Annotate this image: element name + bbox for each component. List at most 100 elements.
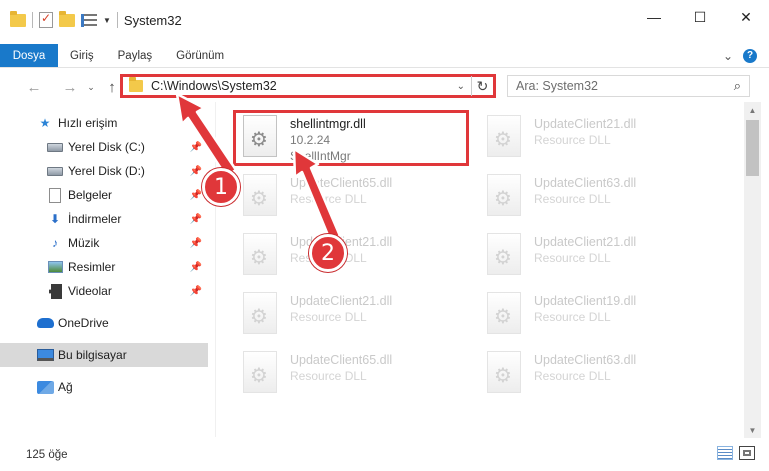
dll-file-icon bbox=[236, 346, 284, 398]
forward-button[interactable]: → bbox=[60, 79, 80, 96]
videos-icon bbox=[46, 283, 64, 299]
sidebar-item-onedrive[interactable]: OneDrive bbox=[0, 311, 208, 335]
sidebar-item-label: OneDrive bbox=[58, 316, 109, 330]
file-name: UpdateClient65.dll bbox=[290, 176, 393, 190]
pin-icon: 📌 bbox=[189, 165, 202, 177]
drive-icon bbox=[46, 139, 64, 155]
ribbon-tabs: Dosya Giriş Paylaş Görünüm ⌄ ? bbox=[0, 44, 769, 68]
sidebar-item-documents[interactable]: Belgeler 📌 bbox=[0, 183, 208, 207]
search-placeholder: Ara: System32 bbox=[516, 79, 598, 93]
tab-home[interactable]: Giriş bbox=[58, 44, 106, 67]
item-count: 125 öğe bbox=[26, 448, 68, 461]
address-bar[interactable]: C:\Windows\System32 ⌄ ↻ bbox=[120, 74, 496, 98]
back-button[interactable]: ← bbox=[24, 79, 44, 96]
highlight-box bbox=[233, 110, 469, 166]
maximize-button[interactable]: ☐ bbox=[677, 0, 723, 34]
address-path[interactable]: C:\Windows\System32 bbox=[151, 79, 277, 93]
search-input[interactable]: Ara: System32 ⌕ bbox=[507, 75, 750, 97]
pin-icon: 📌 bbox=[189, 261, 202, 273]
sidebar-item-label: Ağ bbox=[58, 380, 73, 394]
file-item[interactable]: UpdateClient19.dll Resource DLL bbox=[480, 287, 718, 343]
sidebar-item-label: Belgeler bbox=[68, 188, 113, 202]
sidebar-item-label: Videolar bbox=[68, 284, 112, 298]
pin-icon: 📌 bbox=[189, 213, 202, 225]
window-title: System32 bbox=[123, 12, 182, 28]
file-name: UpdateClient21.dll bbox=[534, 235, 637, 249]
pin-icon: 📌 bbox=[189, 141, 202, 153]
file-description: Resource DLL bbox=[290, 369, 367, 383]
tab-view[interactable]: Görünüm bbox=[164, 44, 236, 67]
scroll-down-icon[interactable]: ▼ bbox=[744, 422, 761, 438]
sidebar-item-label: Müzik bbox=[68, 236, 100, 250]
file-name: UpdateClient63.dll bbox=[534, 353, 637, 367]
dll-file-icon bbox=[480, 110, 528, 162]
divider bbox=[116, 12, 118, 28]
address-dropdown-icon[interactable]: ⌄ bbox=[457, 81, 465, 92]
vertical-scrollbar[interactable]: ▲ ▼ bbox=[744, 102, 761, 438]
close-button[interactable]: ✕ bbox=[723, 0, 769, 34]
sidebar-item-videos[interactable]: Videolar 📌 bbox=[0, 279, 208, 303]
customize-dropdown-icon[interactable]: ▼ bbox=[103, 16, 111, 25]
file-description: Resource DLL bbox=[534, 192, 611, 206]
music-icon: ♪ bbox=[52, 236, 58, 250]
list-view-icon[interactable] bbox=[81, 13, 97, 27]
details-view-icon[interactable] bbox=[717, 446, 733, 460]
file-item[interactable]: UpdateClient21.dll Resource DLL bbox=[236, 228, 474, 284]
file-name: UpdateClient21.dll bbox=[534, 117, 637, 131]
file-item[interactable]: UpdateClient21.dll Resource DLL bbox=[236, 287, 474, 343]
file-name: UpdateClient65.dll bbox=[290, 353, 393, 367]
sidebar-item-quick-access[interactable]: ★ Hızlı erişim bbox=[0, 111, 208, 135]
sidebar-item-network[interactable]: Ağ bbox=[0, 375, 208, 399]
sidebar-item-drive-d[interactable]: Yerel Disk (D:) 📌 bbox=[0, 159, 208, 183]
file-description: Resource DLL bbox=[534, 310, 611, 324]
downloads-icon: ⬇ bbox=[49, 212, 61, 226]
properties-icon[interactable] bbox=[39, 11, 53, 28]
dll-file-icon bbox=[236, 228, 284, 280]
sidebar-item-downloads[interactable]: ⬇ İndirmeler 📌 bbox=[0, 207, 208, 231]
dll-file-icon bbox=[236, 287, 284, 339]
step-badge-2: 2 bbox=[309, 234, 347, 272]
file-name: UpdateClient21.dll bbox=[290, 294, 393, 308]
quick-access-toolbar: ▼ bbox=[10, 10, 118, 28]
file-description: Resource DLL bbox=[290, 310, 367, 324]
file-item[interactable]: UpdateClient63.dll Resource DLL bbox=[480, 169, 718, 225]
pane-divider bbox=[215, 102, 216, 437]
file-description: Resource DLL bbox=[534, 369, 611, 383]
documents-icon bbox=[46, 187, 64, 203]
file-item[interactable]: UpdateClient65.dll Resource DLL bbox=[236, 169, 474, 225]
pictures-icon bbox=[46, 259, 64, 275]
divider bbox=[32, 12, 33, 28]
refresh-button[interactable]: ↻ bbox=[471, 76, 493, 96]
dll-file-icon bbox=[480, 228, 528, 280]
computer-icon bbox=[36, 347, 54, 363]
sidebar-item-label: Resimler bbox=[68, 260, 116, 274]
pin-icon: 📌 bbox=[189, 285, 202, 297]
file-item[interactable]: UpdateClient65.dll Resource DLL bbox=[236, 346, 474, 402]
minimize-button[interactable]: — bbox=[631, 0, 677, 34]
sidebar-item-pictures[interactable]: Resimler 📌 bbox=[0, 255, 208, 279]
tab-file[interactable]: Dosya bbox=[0, 44, 58, 67]
dll-file-icon bbox=[480, 346, 528, 398]
expand-ribbon-icon[interactable]: ⌄ bbox=[723, 49, 733, 63]
step-badge-1: 1 bbox=[202, 168, 240, 206]
help-icon[interactable]: ? bbox=[743, 48, 757, 63]
file-description: Resource DLL bbox=[290, 192, 367, 206]
file-item[interactable]: UpdateClient21.dll Resource DLL bbox=[480, 228, 718, 284]
sidebar-item-drive-c[interactable]: Yerel Disk (C:) 📌 bbox=[0, 135, 208, 159]
scroll-up-icon[interactable]: ▲ bbox=[744, 102, 761, 118]
tab-share[interactable]: Paylaş bbox=[106, 44, 165, 67]
sidebar-item-music[interactable]: ♪ Müzik 📌 bbox=[0, 231, 208, 255]
file-item[interactable]: UpdateClient21.dll Resource DLL bbox=[480, 110, 718, 166]
network-icon bbox=[36, 379, 54, 395]
sidebar-item-this-pc[interactable]: Bu bilgisayar bbox=[0, 343, 208, 367]
file-item[interactable]: UpdateClient63.dll Resource DLL bbox=[480, 346, 718, 402]
large-icons-view-icon[interactable] bbox=[739, 446, 755, 460]
navigation-bar: ← → ⌄ ↑ C:\Windows\System32 ⌄ ↻ Ara: Sys… bbox=[0, 72, 769, 102]
sidebar-item-label: Hızlı erişim bbox=[58, 116, 118, 130]
recent-locations-button[interactable]: ⌄ bbox=[84, 82, 98, 93]
pin-icon: 📌 bbox=[189, 189, 202, 201]
new-folder-icon[interactable] bbox=[59, 10, 75, 27]
search-icon[interactable]: ⌕ bbox=[734, 78, 741, 94]
up-button[interactable]: ↑ bbox=[102, 79, 122, 96]
scrollbar-thumb[interactable] bbox=[746, 120, 759, 176]
